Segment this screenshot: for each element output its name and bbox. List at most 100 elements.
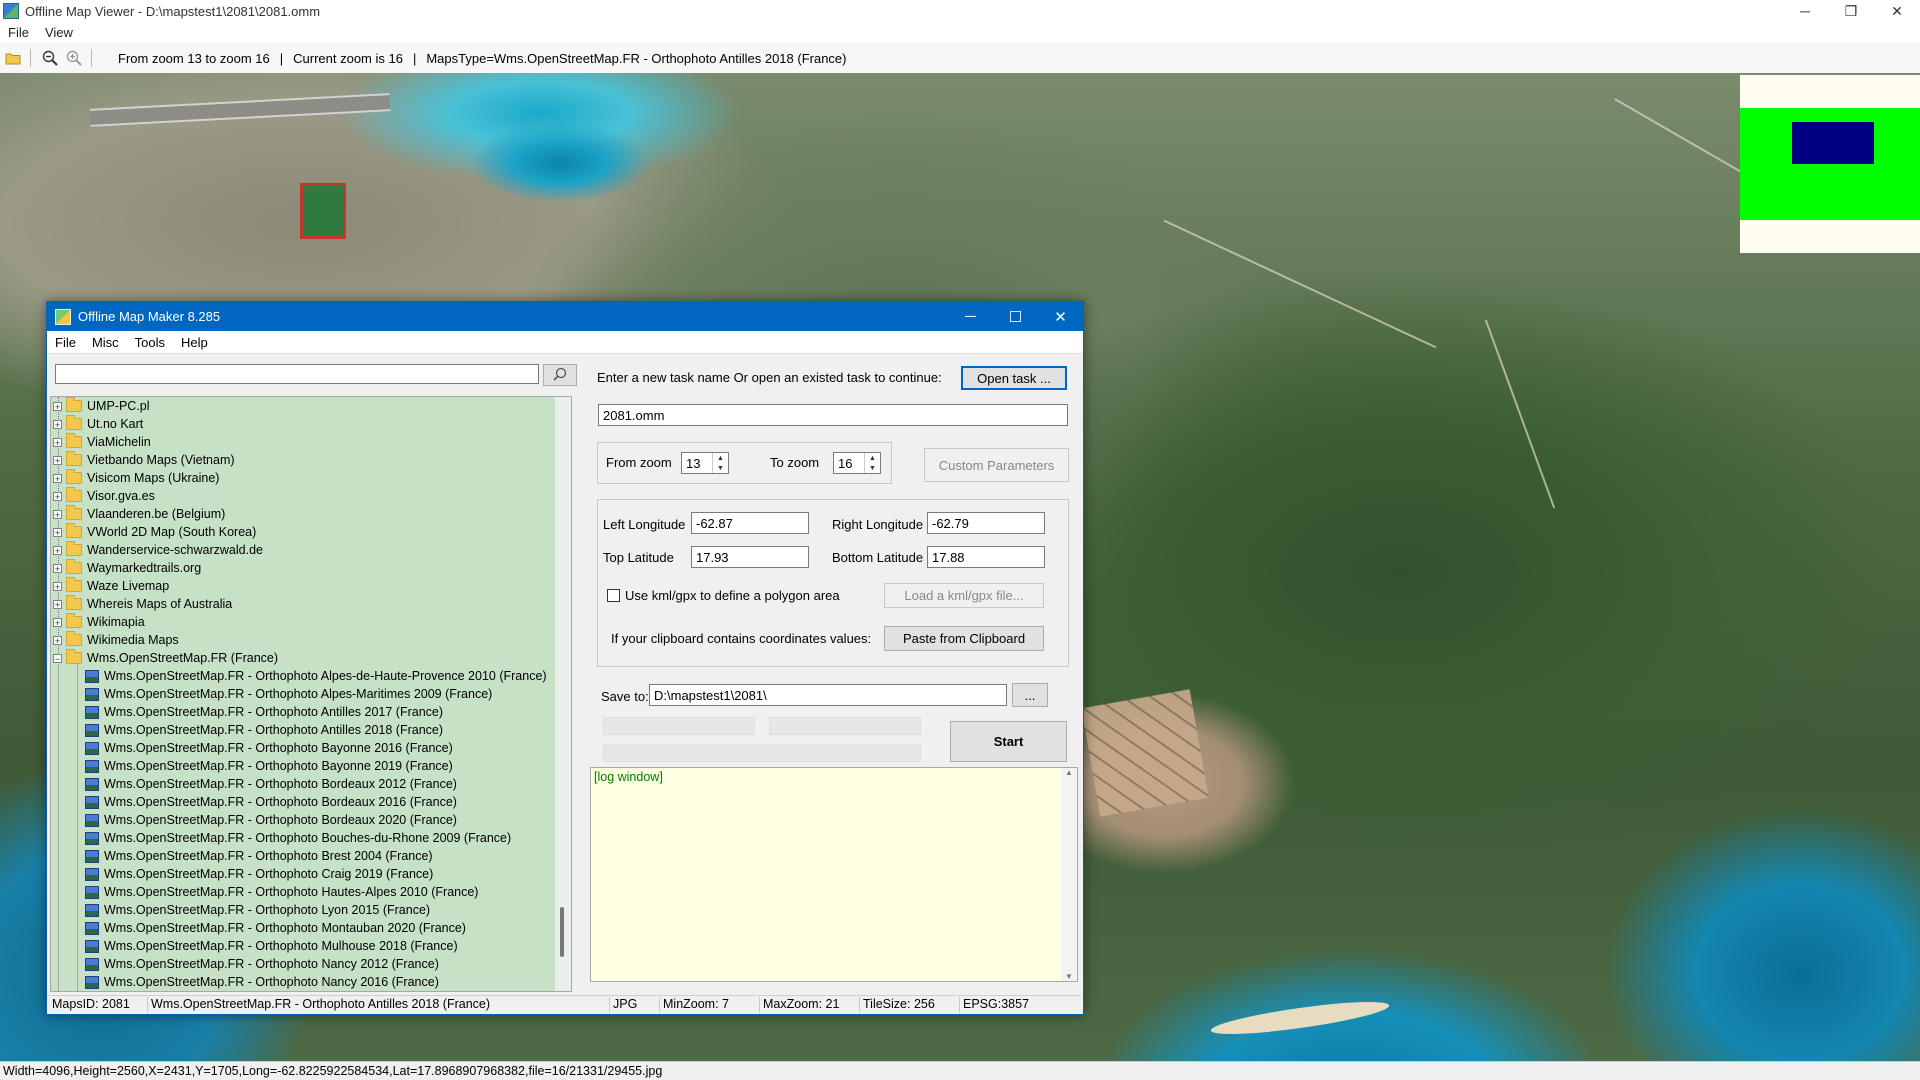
tree-map-item[interactable]: Wms.OpenStreetMap.FR - Orthophoto Bouche… <box>85 829 511 847</box>
dialog-menu-file[interactable]: File <box>47 335 84 350</box>
menu-file[interactable]: File <box>0 25 37 40</box>
expand-icon[interactable]: + <box>53 491 62 501</box>
tree-map-item[interactable]: Wms.OpenStreetMap.FR - Orthophoto Bordea… <box>85 811 457 829</box>
tree-map-item[interactable]: Wms.OpenStreetMap.FR - Orthophoto Bordea… <box>85 775 457 793</box>
close-button[interactable]: ✕ <box>1874 0 1920 22</box>
maps-tree[interactable]: + UMP-PC.pl + Ut.no Kart + ViaMichelin + Vie… <box>50 396 572 992</box>
start-button[interactable]: Start <box>950 721 1067 762</box>
paste-clipboard-button[interactable]: Paste from Clipboard <box>884 626 1044 651</box>
spin-up-icon[interactable]: ▲ <box>717 455 724 462</box>
dialog-menu-misc[interactable]: Misc <box>84 335 127 350</box>
expand-icon[interactable]: + <box>53 455 62 465</box>
viewer-toolbar: From zoom 13 to zoom 16 | Current zoom is … <box>0 43 1920 74</box>
tree-folder[interactable]: + ViaMichelin <box>51 433 151 451</box>
tree-map-item[interactable]: Wms.OpenStreetMap.FR - Orthophoto Alpes-… <box>85 667 547 685</box>
tree-map-item[interactable]: Wms.OpenStreetMap.FR - Orthophoto Brest … <box>85 847 433 865</box>
menu-view[interactable]: View <box>37 25 81 40</box>
expand-icon[interactable]: + <box>53 563 62 573</box>
expand-icon[interactable]: + <box>53 473 62 483</box>
expand-icon[interactable]: + <box>53 401 62 411</box>
tree-map-item[interactable]: Wms.OpenStreetMap.FR - Orthophoto Bayonn… <box>85 739 453 757</box>
tree-map-item[interactable]: Wms.OpenStreetMap.FR - Orthophoto Mulhou… <box>85 937 458 955</box>
overview-minimap[interactable] <box>1740 75 1920 253</box>
to-zoom-stepper[interactable]: 16 ▲ ▼ <box>833 452 881 474</box>
tree-folder[interactable]: + Wikimapia <box>51 613 145 631</box>
task-name-input[interactable]: 2081.omm <box>598 404 1068 426</box>
from-zoom-spin[interactable]: ▲ ▼ <box>712 453 728 473</box>
tree-scrollbar[interactable] <box>555 397 571 991</box>
zoom-range-text: From zoom 13 to zoom 16 <box>118 50 270 66</box>
expand-icon[interactable]: + <box>53 617 62 627</box>
expand-icon[interactable]: + <box>53 527 62 537</box>
tree-folder[interactable]: + Wanderservice-schwarzwald.de <box>51 541 263 559</box>
save-path-input[interactable]: D:\mapstest1\2081\ <box>649 684 1007 706</box>
kml-checkbox[interactable] <box>607 589 620 602</box>
tree-folder[interactable]: + Waze Livemap <box>51 577 169 595</box>
tree-folder[interactable]: + VWorld 2D Map (South Korea) <box>51 523 256 541</box>
right-longitude-input[interactable]: -62.79 <box>927 512 1045 534</box>
tree-folder[interactable]: + Vlaanderen.be (Belgium) <box>51 505 225 523</box>
spin-down-icon[interactable]: ▼ <box>717 465 724 472</box>
search-input[interactable] <box>55 364 539 384</box>
tree-folder[interactable]: + Wikimedia Maps <box>51 631 179 649</box>
expand-icon[interactable]: + <box>53 545 62 555</box>
tree-map-item[interactable]: Wms.OpenStreetMap.FR - Orthophoto Nancy … <box>85 955 439 973</box>
browse-button[interactable]: ... <box>1012 683 1048 707</box>
scroll-down-icon[interactable]: ▼ <box>1065 972 1073 981</box>
tree-folder[interactable]: + Vietbando Maps (Vietnam) <box>51 451 235 469</box>
search-button[interactable] <box>543 364 577 386</box>
expand-icon[interactable]: + <box>53 437 62 447</box>
tree-folder[interactable]: + Ut.no Kart <box>51 415 143 433</box>
tree-map-item[interactable]: Wms.OpenStreetMap.FR - Orthophoto Lyon 2… <box>85 901 430 919</box>
log-scrollbar[interactable]: ▲ ▼ <box>1061 768 1077 981</box>
tree-map-item[interactable]: Wms.OpenStreetMap.FR - Orthophoto Montau… <box>85 919 466 937</box>
top-latitude-input[interactable]: 17.93 <box>691 546 809 568</box>
minimize-button[interactable]: ─ <box>1782 0 1828 22</box>
zoom-in-icon[interactable] <box>63 47 85 69</box>
from-zoom-stepper[interactable]: 13 ▲ ▼ <box>681 452 729 474</box>
zoom-out-icon[interactable] <box>39 47 61 69</box>
custom-parameters-button[interactable]: Custom Parameters <box>924 448 1069 482</box>
bottom-latitude-input[interactable]: 17.88 <box>927 546 1045 568</box>
tree-map-item[interactable]: Wms.OpenStreetMap.FR - Orthophoto Craig … <box>85 865 433 883</box>
tree-map-item-selected[interactable]: Wms.OpenStreetMap.FR - Orthophoto Antill… <box>85 721 443 739</box>
tree-folder[interactable]: + UMP-PC.pl <box>51 397 150 415</box>
expand-icon[interactable]: + <box>53 599 62 609</box>
tree-map-item[interactable]: Wms.OpenStreetMap.FR - Orthophoto Alpes-… <box>85 685 492 703</box>
status-maps-name: Wms.OpenStreetMap.FR - Orthophoto Antill… <box>147 997 490 1013</box>
from-zoom-value: 13 <box>686 455 701 471</box>
tree-map-item[interactable]: Wms.OpenStreetMap.FR - Orthophoto Nancy … <box>85 973 439 991</box>
collapse-icon[interactable]: − <box>53 653 62 663</box>
log-window[interactable]: [log window] ▲ ▼ <box>590 767 1078 982</box>
tree-scrollbar-thumb[interactable] <box>560 907 564 957</box>
dialog-close-button[interactable]: ✕ <box>1038 302 1083 331</box>
viewer-status-bar: Width=4096,Height=2560,X=2431,Y=1705,Lon… <box>0 1061 1920 1080</box>
tree-map-item[interactable]: Wms.OpenStreetMap.FR - Orthophoto Antill… <box>85 703 443 721</box>
tree-folder-expanded[interactable]: − Wms.OpenStreetMap.FR (France) <box>51 649 278 667</box>
tree-folder[interactable]: + Waymarkedtrails.org <box>51 559 201 577</box>
load-kml-button[interactable]: Load a kml/gpx file... <box>884 583 1044 608</box>
tree-folder[interactable]: + Visicom Maps (Ukraine) <box>51 469 219 487</box>
tree-folder[interactable]: + Whereis Maps of Australia <box>51 595 232 613</box>
tree-map-item[interactable]: Wms.OpenStreetMap.FR - Orthophoto Hautes… <box>85 883 478 901</box>
dialog-menu-help[interactable]: Help <box>173 335 216 350</box>
spin-up-icon[interactable]: ▲ <box>869 455 876 462</box>
open-task-button[interactable]: Open task ... <box>961 366 1067 390</box>
overview-view-rectangle[interactable] <box>1792 122 1874 164</box>
expand-icon[interactable]: + <box>53 635 62 645</box>
expand-icon[interactable]: + <box>53 581 62 591</box>
tree-folder[interactable]: + Visor.gva.es <box>51 487 155 505</box>
tree-map-item[interactable]: Wms.OpenStreetMap.FR - Orthophoto Bayonn… <box>85 757 453 775</box>
tree-map-item[interactable]: Wms.OpenStreetMap.FR - Orthophoto Bordea… <box>85 793 457 811</box>
scroll-up-icon[interactable]: ▲ <box>1065 768 1073 777</box>
dialog-minimize-button[interactable]: ─ <box>948 302 993 331</box>
expand-icon[interactable]: + <box>53 509 62 519</box>
expand-icon[interactable]: + <box>53 419 62 429</box>
dialog-maximize-button[interactable]: ☐ <box>993 302 1038 331</box>
maximize-button[interactable]: ❐ <box>1828 0 1874 22</box>
left-longitude-input[interactable]: -62.87 <box>691 512 809 534</box>
spin-down-icon[interactable]: ▼ <box>869 465 876 472</box>
dialog-menu-tools[interactable]: Tools <box>127 335 173 350</box>
to-zoom-spin[interactable]: ▲ ▼ <box>864 453 880 473</box>
open-folder-icon[interactable] <box>2 47 24 69</box>
